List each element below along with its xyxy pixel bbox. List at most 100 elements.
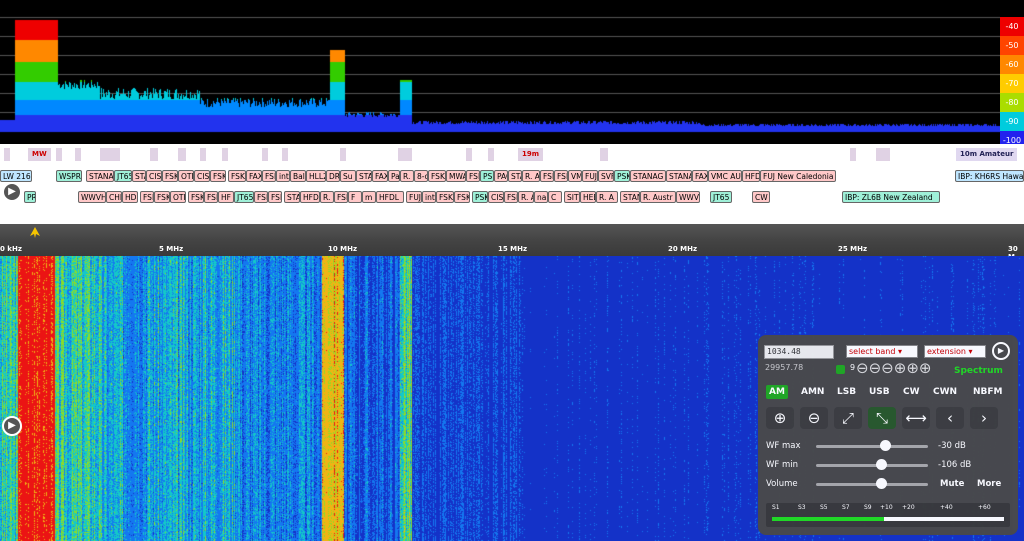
- station-label[interactable]: FSK: [554, 170, 568, 182]
- station-label[interactable]: HLL2: [306, 170, 326, 182]
- station-labels[interactable]: LW 216PRWSPRSTANAJT65STACISFSKOTHCIS-FSK…: [0, 166, 1024, 224]
- link-icon[interactable]: [836, 365, 845, 374]
- band-segment[interactable]: [4, 148, 10, 161]
- wf-max-knob[interactable]: [880, 440, 892, 451]
- station-label[interactable]: Bal: [290, 170, 306, 182]
- band-label[interactable]: 19m: [518, 148, 544, 161]
- mode-button-amn[interactable]: AMN: [798, 385, 827, 399]
- station-label[interactable]: FAX: [246, 170, 262, 182]
- station-label[interactable]: CHI: [106, 191, 122, 203]
- station-label[interactable]: SIT: [564, 191, 580, 203]
- station-label[interactable]: FSK: [428, 170, 446, 182]
- station-label[interactable]: R. A: [522, 170, 540, 182]
- station-label[interactable]: FSK: [454, 191, 470, 203]
- station-label[interactable]: FSK: [268, 191, 282, 203]
- station-label[interactable]: FUJ New Caledonia: [760, 170, 836, 182]
- zoom-out-icon[interactable]: ⊖: [800, 407, 828, 429]
- band-segment[interactable]: [150, 148, 158, 161]
- station-label[interactable]: int: [276, 170, 290, 182]
- step-button[interactable]: ⊕: [906, 359, 919, 377]
- station-label[interactable]: m: [362, 191, 376, 203]
- station-label[interactable]: PR: [24, 191, 36, 203]
- band-segment[interactable]: [876, 148, 890, 161]
- band-segment[interactable]: [262, 148, 268, 161]
- station-label[interactable]: WWVH: [78, 191, 106, 203]
- band-segment[interactable]: [398, 148, 412, 161]
- step-button[interactable]: ⊖: [881, 359, 894, 377]
- zoom-in-icon[interactable]: ⊕: [766, 407, 794, 429]
- band-segment[interactable]: [100, 148, 120, 161]
- station-label[interactable]: HFD: [742, 170, 760, 182]
- station-label[interactable]: STAN: [620, 191, 640, 203]
- station-label[interactable]: FSK: [540, 170, 554, 182]
- mode-button-lsb[interactable]: LSB: [834, 385, 859, 399]
- mute-button[interactable]: Mute: [940, 479, 964, 489]
- station-label[interactable]: HFDL: [300, 191, 320, 203]
- station-label[interactable]: R.: [400, 170, 414, 182]
- play-icon-panel[interactable]: ▶: [992, 342, 1010, 360]
- prev-icon[interactable]: ‹: [936, 407, 964, 429]
- station-label[interactable]: OTH: [170, 191, 186, 203]
- band-segment[interactable]: [466, 148, 472, 161]
- frequency-input[interactable]: 1034.48: [764, 345, 834, 359]
- mode-button-cwn[interactable]: CWN: [930, 385, 960, 399]
- station-label[interactable]: STA: [284, 191, 300, 203]
- station-label[interactable]: CIS: [146, 170, 162, 182]
- station-label[interactable]: FSK: [140, 191, 154, 203]
- select-band-dropdown[interactable]: select band ▾: [846, 345, 918, 358]
- station-label[interactable]: JT65: [234, 191, 254, 203]
- station-label[interactable]: R.: [320, 191, 334, 203]
- station-label[interactable]: FSK: [254, 191, 268, 203]
- station-label[interactable]: STANA: [86, 170, 114, 182]
- station-label[interactable]: CIS: [488, 191, 504, 203]
- station-label[interactable]: FUJ: [582, 170, 598, 182]
- more-button[interactable]: More: [977, 479, 1001, 489]
- station-label[interactable]: DR: [326, 170, 340, 182]
- station-label[interactable]: C: [548, 191, 562, 203]
- band-label[interactable]: 10m Amateur: [956, 148, 1018, 161]
- mode-button-am[interactable]: AM: [766, 385, 788, 399]
- station-label[interactable]: WSPR: [56, 170, 82, 182]
- station-label[interactable]: R. A: [596, 191, 618, 203]
- band-segment[interactable]: [340, 148, 346, 161]
- station-label[interactable]: STANA: [666, 170, 692, 182]
- zoom-fit-icon[interactable]: ⤢: [834, 407, 862, 429]
- extension-dropdown[interactable]: extension ▾: [924, 345, 986, 358]
- station-label[interactable]: FSK: [162, 170, 178, 182]
- station-label[interactable]: FSK: [504, 191, 518, 203]
- station-label[interactable]: 8-c: [414, 170, 428, 182]
- mode-button-usb[interactable]: USB: [866, 385, 893, 399]
- step-button[interactable]: ⊖: [856, 359, 869, 377]
- station-label[interactable]: FSK: [228, 170, 246, 182]
- station-label[interactable]: JT65: [114, 170, 132, 182]
- station-label[interactable]: FAX: [372, 170, 388, 182]
- station-label[interactable]: JT65: [710, 191, 732, 203]
- station-label[interactable]: FSK: [204, 191, 218, 203]
- station-label[interactable]: R. A: [518, 191, 534, 203]
- station-label[interactable]: PSK: [614, 170, 630, 182]
- spectrum-toggle[interactable]: Spectrum: [954, 366, 1003, 376]
- station-label[interactable]: VMC AU: [708, 170, 742, 182]
- station-label[interactable]: HEB: [580, 191, 596, 203]
- station-label[interactable]: STANAG 4: [630, 170, 666, 182]
- band-segment[interactable]: [75, 148, 81, 161]
- volume-slider[interactable]: [816, 483, 928, 486]
- mode-button-nbfm[interactable]: NBFM: [970, 385, 1006, 399]
- play-icon[interactable]: ▶: [2, 182, 22, 202]
- band-segment[interactable]: [222, 148, 228, 161]
- station-label[interactable]: HFDL: [376, 191, 404, 203]
- frequency-scale[interactable]: 0 kHz5 MHz10 MHz15 MHz20 MHz25 MHz30 M: [0, 224, 1024, 261]
- station-label[interactable]: IBP: ZL6B New Zealand: [842, 191, 940, 203]
- volume-knob[interactable]: [875, 478, 887, 489]
- station-label[interactable]: HD: [122, 191, 138, 203]
- swap-icon[interactable]: ⟷: [902, 407, 930, 429]
- station-label[interactable]: FSK: [188, 191, 204, 203]
- station-label[interactable]: FSK: [154, 191, 170, 203]
- station-label[interactable]: Pal: [388, 170, 400, 182]
- station-label[interactable]: WWV: [676, 191, 700, 203]
- band-segment[interactable]: [282, 148, 288, 161]
- station-label[interactable]: FSK: [262, 170, 276, 182]
- station-label[interactable]: F: [348, 191, 362, 203]
- step-button[interactable]: ⊕: [919, 359, 932, 377]
- station-label[interactable]: CIS-: [194, 170, 210, 182]
